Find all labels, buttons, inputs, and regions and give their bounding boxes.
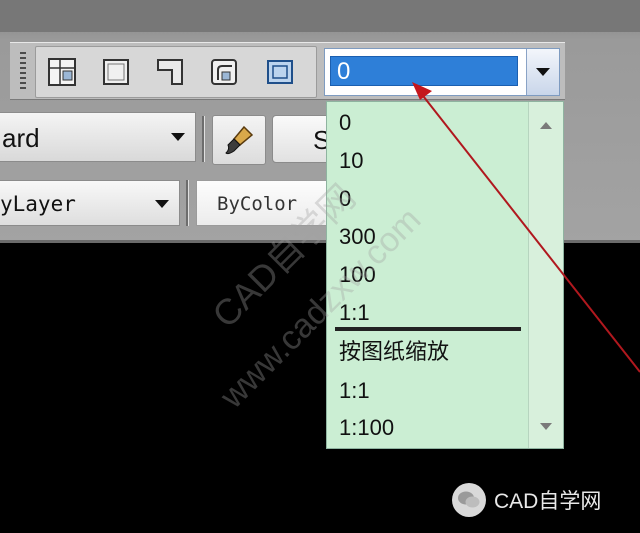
viewport-scale-combobox[interactable]: 0 [324,48,560,96]
list-item[interactable]: 1:1 [339,300,370,326]
viewport-clip-icon[interactable] [206,54,242,90]
logo-text: CAD自学网 [494,490,602,513]
list-item[interactable]: 按图纸缩放 [339,339,449,365]
scale-value-field[interactable]: 0 [330,56,518,86]
list-item[interactable]: 300 [339,224,376,250]
plot-style-value: ByColor [217,193,298,215]
list-scrollbar[interactable] [528,102,563,448]
list-item[interactable]: 10 [339,148,363,174]
text-style-select[interactable]: ard [0,112,196,162]
corner-icon[interactable] [152,54,188,90]
style-button[interactable]: S [272,115,332,163]
list-separator [335,327,521,331]
chevron-down-icon [536,68,550,76]
caret-down-icon [171,133,185,141]
scroll-up-arrow-icon[interactable] [540,122,552,129]
paintbrush-icon [225,125,254,155]
scale-dropdown-list[interactable]: 0 10 0 300 100 1:1 按图纸缩放 1:1 1:100 [326,101,564,449]
linetype-value: yLayer [0,192,76,216]
toolbar-divider [202,116,205,162]
list-item[interactable]: 1:1 [339,378,370,404]
list-item[interactable]: 1:100 [339,415,394,441]
list-item[interactable]: 100 [339,262,376,288]
match-properties-button[interactable] [212,115,266,165]
title-strip [0,0,640,32]
combobox-dropdown-button[interactable] [526,49,559,95]
text-style-value: ard [2,123,40,153]
wechat-icon [452,483,486,517]
brand-logo: CAD自学网 [452,482,601,518]
caret-down-icon [155,200,169,208]
toolbar-grip[interactable] [20,52,26,90]
viewport-icon[interactable] [262,54,298,90]
plot-style-select[interactable]: ByColor [196,180,330,226]
toolbar-divider [186,180,189,226]
layout-icon[interactable] [44,54,80,90]
scroll-down-arrow-icon[interactable] [540,423,552,430]
list-item[interactable]: 0 [339,186,351,212]
linetype-select[interactable]: yLayer [0,180,180,226]
rectangle-icon[interactable] [98,54,134,90]
list-item[interactable]: 0 [339,110,351,136]
